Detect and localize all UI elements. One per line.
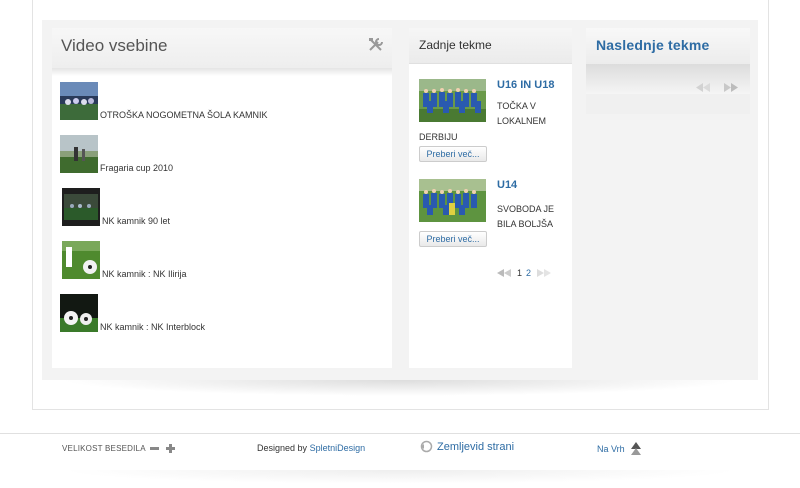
read-more-button[interactable]: Preberi več... <box>419 231 487 247</box>
video-thumbnail[interactable] <box>62 188 100 226</box>
last-matches-header: Zadnje tekme <box>409 28 572 64</box>
back-to-top-link[interactable]: Na Vrh <box>597 442 641 456</box>
next-matches-header: Naslednje tekme <box>586 28 750 64</box>
video-item[interactable]: NK kamnik 90 let <box>62 188 170 226</box>
match-summary: SVOBODA JE <box>497 204 555 214</box>
first-page-icon[interactable] <box>497 269 513 277</box>
designed-by-label: Designed by <box>257 443 308 453</box>
read-more-button[interactable]: Preberi več... <box>419 146 487 162</box>
match-summary: LOKALNEM <box>497 116 547 126</box>
match-summary: BILA BOLJŠA <box>497 219 554 229</box>
match-image[interactable] <box>419 79 486 122</box>
last-matches-title: Zadnje tekme <box>419 38 492 52</box>
match-title[interactable]: U16 IN U18 <box>497 79 554 91</box>
video-label[interactable]: NK kamnik : NK Ilirija <box>102 269 187 279</box>
decrease-font-button[interactable] <box>150 447 159 450</box>
video-label[interactable]: OTROŠKA NOGOMETNA ŠOLA KAMNIK <box>100 110 268 120</box>
video-item[interactable]: OTROŠKA NOGOMETNA ŠOLA KAMNIK <box>60 82 268 120</box>
increase-font-button[interactable] <box>166 444 175 453</box>
page-number[interactable]: 1 <box>517 268 522 278</box>
video-panel-header: Video vsebine <box>52 28 392 68</box>
content-bottom-shadow <box>60 380 740 396</box>
video-item[interactable]: Fragaria cup 2010 <box>60 135 173 173</box>
font-size-label: VELIKOST BESEDILA <box>62 444 146 453</box>
video-header-shadow <box>52 68 392 76</box>
sitemap-icon <box>420 440 433 453</box>
video-thumbnail[interactable] <box>60 135 98 173</box>
video-label[interactable]: NK kamnik 90 let <box>102 216 170 226</box>
pagination: 1 2 <box>497 268 552 278</box>
video-panel: Video vsebine OTROŠKA NOGOMETNA ŠOLA KAM… <box>52 28 392 368</box>
video-thumbnail[interactable] <box>62 241 100 279</box>
match-summary: DERBIJU <box>419 132 458 142</box>
match-image[interactable] <box>419 179 486 222</box>
match-summary: TOČKA V <box>497 101 536 111</box>
arrow-up-icon[interactable] <box>630 442 641 456</box>
next-matches-panel: Naslednje tekme <box>586 28 750 114</box>
video-panel-title: Video vsebine <box>61 36 168 55</box>
video-thumbnail[interactable] <box>60 294 98 332</box>
designer-link[interactable]: SpletniDesign <box>310 443 366 453</box>
tools-icon[interactable] <box>368 37 384 53</box>
sitemap-label[interactable]: Zemljevid strani <box>437 441 514 453</box>
video-item[interactable]: NK kamnik : NK Interblock <box>60 294 205 332</box>
video-thumbnail[interactable] <box>60 82 98 120</box>
video-label[interactable]: NK kamnik : NK Interblock <box>100 322 205 332</box>
video-label[interactable]: Fragaria cup 2010 <box>100 163 173 173</box>
back-to-top-label[interactable]: Na Vrh <box>597 444 625 454</box>
last-matches-panel: Zadnje tekme U16 IN U18 TOČKA V LOKALNEM… <box>409 28 572 368</box>
next-matches-title: Naslednje tekme <box>596 37 710 53</box>
footer-shadow <box>60 470 740 484</box>
page-number[interactable]: 2 <box>526 268 531 278</box>
designer-credit: Designed by SpletniDesign <box>257 443 365 453</box>
sitemap-link[interactable]: Zemljevid strani <box>420 440 514 453</box>
video-item[interactable]: NK kamnik : NK Ilirija <box>62 241 187 279</box>
match-title[interactable]: U14 <box>497 179 517 191</box>
next-arrow-icon[interactable] <box>722 83 738 92</box>
last-page-icon[interactable] <box>535 269 552 277</box>
next-matches-nav <box>696 83 738 92</box>
prev-arrow-icon[interactable] <box>696 83 712 92</box>
